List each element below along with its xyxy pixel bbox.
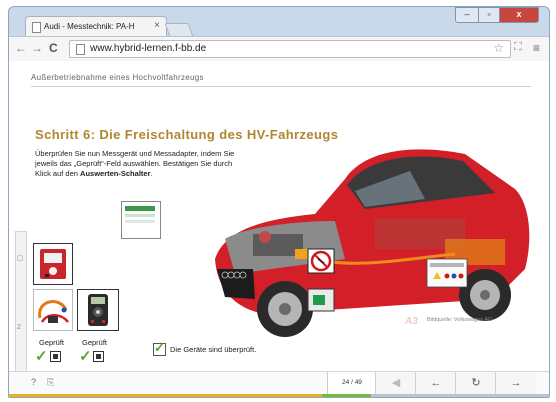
minimize-button[interactable]: – — [455, 7, 479, 23]
image-credit: Bildquelle: Volkswagen AG — [427, 317, 493, 323]
page-counter: 24 / 49 — [327, 372, 376, 394]
car-badge-text: A3 — [404, 316, 418, 327]
address-bar[interactable]: www.hybrid-lernen.f-bb.de ☆ — [69, 40, 511, 58]
multimeter-image[interactable] — [77, 289, 119, 331]
checked-checkbox-multimeter[interactable] — [93, 351, 104, 362]
audio-button[interactable]: ◀ — [375, 372, 416, 394]
close-window-button[interactable]: x — [499, 7, 539, 23]
browser-tab[interactable]: Audi - Messtechnik: PA-H × — [25, 16, 167, 37]
forward-button[interactable]: → — [495, 372, 536, 394]
side-panel-tab[interactable]: ▢ 2 — [15, 231, 27, 373]
back-button[interactable]: ← — [415, 372, 456, 394]
browser-toolbar: ← → C www.hybrid-lernen.f-bb.de ☆ ⛶ ≡ — [9, 36, 549, 62]
browser-window: Audi - Messtechnik: PA-H × – ▫ x ← → C w… — [8, 6, 550, 398]
menu-icon[interactable]: ≡ — [533, 41, 540, 55]
confirm-checkbox[interactable]: ✓ — [153, 340, 166, 356]
multimeter-icon — [88, 294, 108, 326]
checkmark-icon: ✓ — [79, 348, 92, 365]
insulation-tester-icon — [40, 249, 66, 279]
instruction-text-part: . — [150, 169, 153, 178]
maximize-button[interactable]: ▫ — [478, 7, 500, 23]
new-tab-button[interactable] — [164, 23, 194, 37]
extension-icon[interactable]: ⛶ — [514, 41, 522, 54]
page-content: Außerbetriebnahme eines Hochvoltfahrzeug… — [9, 61, 549, 397]
checkmark-icon: ✓ — [154, 340, 165, 355]
page-icon — [32, 22, 41, 33]
document-icon[interactable]: ⎘ — [47, 377, 54, 388]
test-certificate-thumbnail[interactable] — [121, 201, 161, 239]
reload-icon[interactable]: C — [49, 41, 58, 55]
breadcrumb: Außerbetriebnahme eines Hochvoltfahrzeug… — [31, 73, 204, 82]
side-tab-top-icon: ▢ — [17, 255, 24, 262]
checked-label: Geprüft — [39, 338, 65, 347]
checked-checkbox-measuring-adapter[interactable] — [50, 351, 61, 362]
instruction-text-part: Klick auf den — [35, 169, 78, 178]
url-text: www.hybrid-lernen.f-bb.de — [90, 43, 207, 54]
evaluate-button-reference: Auswerten-Schalter — [80, 169, 151, 178]
car-cutaway-image: A3 — [215, 149, 530, 337]
certificate-line — [125, 220, 155, 223]
divider — [31, 86, 531, 87]
measurement-adapter-image[interactable] — [33, 289, 73, 331]
checked-label: Geprüft — [82, 338, 108, 347]
page-icon — [76, 44, 85, 55]
insulation-tester-image[interactable] — [33, 243, 73, 285]
forward-arrow-icon[interactable]: → — [31, 41, 43, 55]
hybrid-car-illustration: A3 — [195, 109, 535, 349]
tab-title: Audi - Messtechnik: PA-H — [44, 22, 135, 31]
progress-strip — [9, 394, 549, 397]
tab-close-icon[interactable]: × — [154, 20, 160, 31]
side-tab-bottom-icon: 2 — [17, 324, 21, 331]
back-arrow-icon[interactable]: ← — [15, 41, 27, 55]
checkmark-icon: ✓ — [35, 348, 48, 365]
reload-button[interactable]: ↻ — [455, 372, 496, 394]
certificate-band — [125, 206, 155, 211]
help-icon[interactable]: ? — [31, 377, 36, 387]
certificate-line — [125, 214, 155, 217]
adapter-cable-icon — [38, 300, 69, 323]
bookmark-star-icon[interactable]: ☆ — [493, 41, 504, 55]
